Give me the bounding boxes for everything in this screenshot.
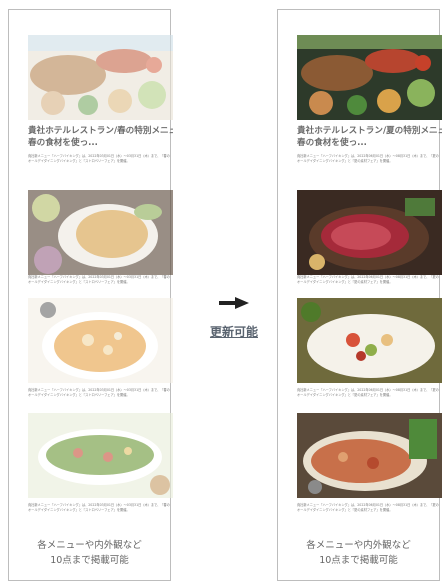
article-body: 貴社新メニュー『ハーフバイキング』は、2022年03月01日（水）〜03月31日…	[28, 154, 170, 163]
roast-beef-photo	[297, 190, 442, 275]
panel-after: 貴社ホテルレストラン/夏の特別メニュー 春の食材を使っ... 貴社新メニュー『ハ…	[277, 9, 442, 581]
caption-line: 各メニューや内外観など	[306, 540, 411, 551]
article-body: 貴社新メニュー『ハーフバイキング』は、2022年03月01日（水）〜03月31日…	[28, 275, 170, 284]
right-arrow-icon	[219, 294, 249, 313]
article-title: 貴社ホテルレストラン/夏の特別メニュー 春の食材を使っ...	[297, 125, 442, 149]
article-title-line: 春の食材を使っ...	[28, 138, 98, 148]
buffet-photo	[28, 35, 173, 120]
article-body: 貴社新メニュー『ハーフバイキング』は、2022年06月01日（水）〜08月31日…	[297, 154, 439, 163]
panel-before: 貴社ホテルレストラン/春の特別メニュー 春の食材を使っ... 貴社新メニュー『ハ…	[8, 9, 173, 581]
article-title-line: 貴社ホテルレストラン/春の特別メニュー	[28, 126, 173, 136]
appetizer-plate-photo	[297, 298, 442, 383]
caption-line: 10点まで掲載可能	[50, 555, 129, 566]
article-body: 貴社新メニュー『ハーフバイキング』は、2022年06月01日（水）〜08月31日…	[297, 275, 439, 284]
buffet-photo	[297, 35, 442, 120]
article-title-line: 貴社ホテルレストラン/夏の特別メニュー	[297, 126, 442, 136]
seafood-platter-photo	[297, 413, 442, 498]
article-title: 貴社ホテルレストラン/春の特別メニュー 春の食材を使っ...	[28, 125, 173, 149]
pork-cutlet-photo	[28, 190, 173, 275]
caption-line: 各メニューや内外観など	[37, 540, 142, 551]
salad-photo	[28, 413, 173, 498]
capacity-caption: 各メニューや内外観など 10点まで掲載可能	[278, 538, 439, 568]
caption-line: 10点まで掲載可能	[319, 555, 398, 566]
article-body: 貴社新メニュー『ハーフバイキング』は、2022年03月01日（水）〜03月31日…	[28, 503, 170, 512]
update-possible-label: 更新可能	[209, 325, 258, 339]
article-body: 貴社新メニュー『ハーフバイキング』は、2022年06月01日（水）〜08月31日…	[297, 388, 439, 397]
article-body: 貴社新メニュー『ハーフバイキング』は、2022年03月01日（水）〜03月31日…	[28, 388, 170, 397]
article-body: 貴社新メニュー『ハーフバイキング』は、2022年06月01日（水）〜08月31日…	[297, 503, 439, 512]
article-title-line: 春の食材を使っ...	[297, 138, 367, 148]
capacity-caption: 各メニューや内外観など 10点まで掲載可能	[9, 538, 170, 568]
soup-photo	[28, 298, 173, 383]
